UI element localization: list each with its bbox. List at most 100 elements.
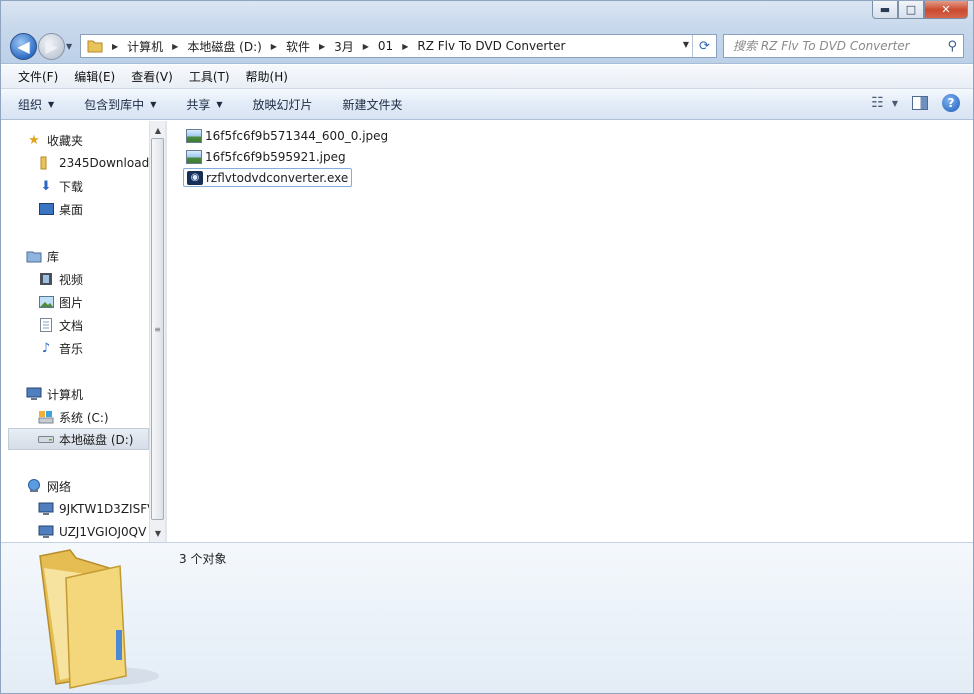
scroll-up-arrow[interactable]: ▲ — [150, 123, 166, 137]
menu-edit[interactable]: 编辑(E) — [66, 68, 123, 85]
toolbar-right-group: ☷ ▼ ? — [871, 94, 960, 112]
sidebar-item-videos[interactable]: 视频 — [8, 268, 149, 290]
sidebar-item-label: 下载 — [59, 179, 84, 194]
forward-button[interactable]: ▶ — [38, 33, 65, 60]
sidebar-item-documents[interactable]: 文档 — [8, 314, 149, 336]
sidebar-item-label: 9JKTW1D3ZISFV — [59, 502, 149, 516]
image-file-icon — [186, 128, 202, 143]
document-icon — [38, 317, 54, 333]
crumb-software[interactable]: 软件 — [286, 38, 310, 55]
breadcrumb: ▶ 计算机 ▶ 本地磁盘 (D:) ▶ 软件 ▶ 3月 ▶ 01 ▶ RZ Fl… — [103, 38, 565, 55]
sidebar-item-drive-c[interactable]: 系统 (C:) — [8, 406, 149, 428]
sidebar-item-drive-d[interactable]: 本地磁盘 (D:) — [8, 428, 149, 450]
chevron-right-icon[interactable]: ▶ — [363, 42, 369, 51]
large-folder-icon — [39, 549, 159, 689]
crumb-current-folder[interactable]: RZ Flv To DVD Converter — [417, 39, 565, 53]
sidebar-item-2345downloads[interactable]: 2345Downloads — [8, 152, 149, 174]
image-file-icon — [186, 149, 202, 164]
desktop-icon — [38, 201, 54, 217]
chevron-right-icon[interactable]: ▶ — [319, 42, 325, 51]
new-folder-label: 新建文件夹 — [342, 97, 403, 112]
nav-favorites[interactable]: ★ 收藏夹 — [8, 129, 149, 151]
chevron-right-icon[interactable]: ▶ — [271, 42, 277, 51]
scrollbar-thumb[interactable]: ≡ — [151, 138, 164, 520]
organize-button[interactable]: 组织 ▼ — [18, 96, 54, 113]
computer-icon — [38, 501, 54, 517]
new-folder-button[interactable]: 新建文件夹 — [343, 96, 403, 113]
crumb-drive-d[interactable]: 本地磁盘 (D:) — [187, 38, 261, 55]
menu-tools[interactable]: 工具(T) — [181, 68, 238, 85]
view-options-icon: ☷ — [871, 95, 884, 111]
nav-network[interactable]: 网络 — [8, 475, 149, 497]
nav-scrollbar[interactable]: ▲ ≡ ▼ — [149, 121, 165, 542]
forward-arrow-icon: ▶ — [45, 37, 58, 56]
menu-view[interactable]: 查看(V) — [123, 68, 181, 85]
window-controls: ▬ □ ✕ — [872, 0, 968, 19]
menu-help[interactable]: 帮助(H) — [238, 68, 296, 85]
folder-icon — [87, 40, 103, 53]
help-icon[interactable]: ? — [942, 94, 960, 112]
minimize-button[interactable]: ▬ — [872, 0, 898, 19]
chevron-right-icon[interactable]: ▶ — [112, 42, 118, 51]
preview-pane-icon[interactable] — [912, 96, 928, 110]
hard-drive-icon — [38, 431, 54, 447]
close-button[interactable]: ✕ — [924, 0, 968, 19]
nav-network-label: 网络 — [47, 479, 72, 494]
sidebar-item-desktop[interactable]: 桌面 — [8, 198, 149, 220]
nav-libraries[interactable]: 库 — [8, 245, 149, 267]
download-icon: ⬇ — [40, 178, 52, 194]
menu-file[interactable]: 文件(F) — [10, 68, 66, 85]
file-name: 16f5fc6f9b595921.jpeg — [205, 149, 346, 164]
sidebar-item-label: 本地磁盘 (D:) — [59, 432, 134, 447]
sidebar-item-label: 2345Downloads — [59, 156, 149, 170]
refresh-button[interactable]: ⟳ — [692, 35, 716, 57]
navigation-pane: ★ 收藏夹 2345Downloads ⬇ 下载 桌面 库 视频 图片 文档 ♪… — [8, 121, 149, 542]
address-dropdown[interactable]: ▼ — [683, 40, 689, 49]
organize-label: 组织 — [18, 97, 43, 112]
search-icon[interactable]: ⚲ — [947, 39, 957, 54]
file-list: 16f5fc6f9b571344_600_0.jpeg 16f5fc6f9b59… — [167, 121, 974, 542]
star-icon: ★ — [28, 132, 40, 148]
chevron-down-icon: ▼ — [150, 99, 157, 109]
maximize-button[interactable]: □ — [898, 0, 924, 19]
nav-computer[interactable]: 计算机 — [8, 383, 149, 405]
change-view-button[interactable]: ☷ ▼ — [871, 95, 898, 111]
scroll-down-arrow[interactable]: ▼ — [150, 526, 166, 540]
chevron-down-icon: ▼ — [216, 99, 223, 109]
crumb-01[interactable]: 01 — [378, 39, 393, 53]
sidebar-item-network-pc-2[interactable]: UZJ1VGIOJ0QV — [8, 521, 149, 542]
folder-icon — [38, 155, 54, 171]
search-box[interactable]: ⚲ — [723, 34, 964, 58]
sidebar-item-pictures[interactable]: 图片 — [8, 291, 149, 313]
menu-bar: 文件(F) 编辑(E) 查看(V) 工具(T) 帮助(H) — [0, 65, 974, 89]
music-note-icon: ♪ — [41, 340, 51, 356]
item-count: 3 个对象 — [179, 552, 227, 566]
exe-file-icon: ◉ — [187, 170, 203, 185]
file-name: rzflvtodvdconverter.exe — [206, 170, 349, 185]
crumb-march[interactable]: 3月 — [334, 38, 354, 55]
sidebar-item-label: 系统 (C:) — [59, 410, 109, 425]
command-toolbar: 组织 ▼ 包含到库中 ▼ 共享 ▼ 放映幻灯片 新建文件夹 ☷ ▼ ? — [0, 89, 974, 120]
sidebar-item-network-pc-1[interactable]: 9JKTW1D3ZISFV — [8, 498, 149, 520]
file-name: 16f5fc6f9b571344_600_0.jpeg — [205, 128, 389, 143]
list-item[interactable]: 16f5fc6f9b595921.jpeg — [183, 147, 349, 166]
sidebar-item-downloads[interactable]: ⬇ 下载 — [8, 175, 149, 197]
share-button[interactable]: 共享 ▼ — [186, 96, 222, 113]
search-input[interactable] — [733, 39, 938, 53]
include-in-library-button[interactable]: 包含到库中 ▼ — [84, 96, 156, 113]
refresh-icon: ⟳ — [699, 38, 710, 54]
sidebar-item-music[interactable]: ♪ 音乐 — [8, 337, 149, 359]
back-button[interactable]: ◀ — [10, 33, 37, 60]
address-bar[interactable]: ▶ 计算机 ▶ 本地磁盘 (D:) ▶ 软件 ▶ 3月 ▶ 01 ▶ RZ Fl… — [80, 34, 717, 58]
recent-pages-dropdown[interactable]: ▼ — [66, 42, 72, 51]
chevron-right-icon[interactable]: ▶ — [402, 42, 408, 51]
chevron-right-icon[interactable]: ▶ — [172, 42, 178, 51]
list-item[interactable]: 16f5fc6f9b571344_600_0.jpeg — [183, 126, 391, 145]
slideshow-button[interactable]: 放映幻灯片 — [253, 96, 313, 113]
list-item[interactable]: ◉ rzflvtodvdconverter.exe — [183, 168, 353, 187]
sidebar-item-label: UZJ1VGIOJ0QV — [59, 525, 147, 539]
back-arrow-icon: ◀ — [17, 37, 30, 56]
crumb-computer[interactable]: 计算机 — [127, 38, 163, 55]
computer-icon — [26, 386, 42, 402]
sidebar-item-label: 视频 — [59, 272, 84, 287]
